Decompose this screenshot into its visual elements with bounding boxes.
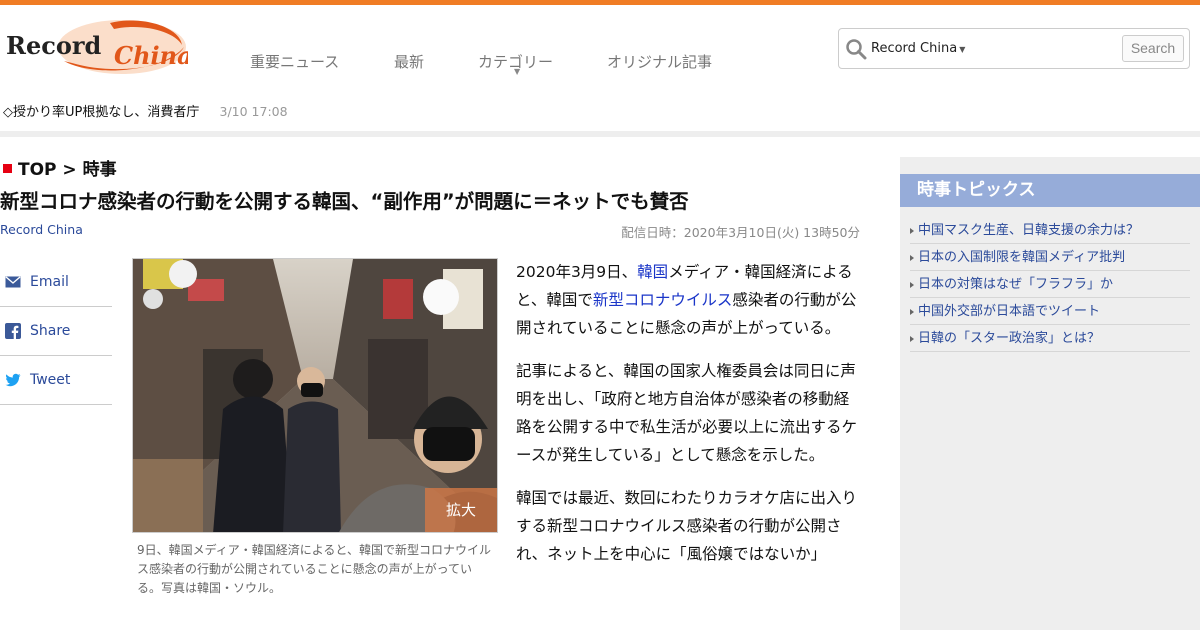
article-title: 新型コロナ感染者の行動を公開する韓国、“副作用”が問題に＝ネットでも賛否 — [0, 190, 689, 213]
nav-important-news[interactable]: 重要ニュース — [250, 51, 339, 72]
topic-item[interactable]: 日本の入国制限を韓国メディア批判 — [910, 244, 1190, 271]
paragraph-1: 2020年3月9日、韓国メディア・韓国経済によると、韓国で新型コロナウイルス感染… — [516, 258, 862, 342]
search-input[interactable] — [967, 37, 1117, 61]
breadcrumb[interactable]: TOP > 時事 — [3, 155, 117, 180]
photo-caption: 9日、韓国メディア・韓国経済によると、韓国で新型コロナウイルス感染者の行動が公開… — [137, 543, 491, 595]
breadcrumb-square-icon — [3, 164, 12, 173]
article-date: 配信日時：2020年3月10日(火) 13時50分 — [621, 225, 860, 240]
logo-text-record: Record — [6, 31, 101, 60]
article-body: 2020年3月9日、韓国メディア・韓国経済によると、韓国で新型コロナウイルス感染… — [516, 258, 862, 583]
topic-list: 中国マスク生産、日韓支援の余力は？ 日本の入国制限を韓国メディア批判 日本の対策… — [910, 217, 1190, 352]
share-email-label: Email — [30, 274, 69, 290]
paragraph-2: 記事によると、韓国の国家人権委員会は同日に声明を出し、「政府と地方自治体が感染者… — [516, 362, 858, 464]
nav-category[interactable]: カテゴリー ▼ — [478, 51, 553, 76]
share-panel: Email Share Tweet — [0, 258, 112, 405]
sidebar-heading: 時事トピックス — [900, 174, 1200, 207]
search-scope-select[interactable]: Record China ▼ — [871, 41, 965, 56]
link-korea[interactable]: 韓国 — [637, 263, 668, 281]
sidebar: 時事トピックス 中国マスク生産、日韓支援の余力は？ 日本の入国制限を韓国メディア… — [900, 157, 1200, 630]
topic-item[interactable]: 中国外交部が日本語でツイート — [910, 298, 1190, 325]
paragraph-3: 韓国では最近、数回にわたりカラオケ店に出入りする新型コロナウイルス感染者の行動が… — [516, 489, 858, 563]
news-ticker[interactable]: ◇授かり率UP根拠なし、消費者庁 3/10 17:08 — [3, 101, 288, 120]
site-header: Record China 重要ニュース 最新 カテゴリー ▼ オリジナル記事 R… — [0, 5, 1200, 131]
share-email-button[interactable]: Email — [0, 258, 112, 307]
topic-item[interactable]: 中国マスク生産、日韓支援の余力は？ — [910, 217, 1190, 244]
share-twitter-label: Tweet — [30, 372, 71, 388]
caret-down-icon: ▼ — [959, 45, 966, 54]
search-button[interactable]: Search — [1122, 35, 1184, 62]
facebook-icon — [5, 323, 21, 339]
share-facebook-label: Share — [30, 323, 71, 339]
header-divider — [0, 131, 1200, 137]
breadcrumb-text: TOP > 時事 — [18, 160, 117, 180]
twitter-icon — [5, 373, 21, 387]
p1-text-a: 2020年3月9日、 — [516, 263, 638, 281]
chevron-down-icon: ▼ — [514, 67, 521, 76]
share-twitter-button[interactable]: Tweet — [0, 356, 112, 405]
nav-original-articles[interactable]: オリジナル記事 — [607, 51, 712, 72]
nav-latest[interactable]: 最新 — [394, 51, 424, 72]
article-source[interactable]: Record China — [0, 222, 83, 237]
mail-icon — [5, 276, 21, 288]
logo-text-china: China — [114, 41, 188, 70]
ticker-headline: ◇授かり率UP根拠なし、消費者庁 — [3, 105, 200, 120]
topic-item[interactable]: 日本の対策はなぜ「フラフラ」か — [910, 271, 1190, 298]
link-coronavirus[interactable]: 新型コロナウイルス — [593, 291, 733, 309]
topic-item[interactable]: 日韓の「スター政治家」とは？ — [910, 325, 1190, 352]
record-china-logo[interactable]: Record China — [2, 17, 188, 77]
search-icon — [846, 39, 867, 60]
search-scope-label: Record China — [871, 41, 958, 56]
ticker-time: 3/10 17:08 — [219, 104, 288, 119]
search-bar: Record China ▼ Search — [838, 28, 1190, 69]
share-facebook-button[interactable]: Share — [0, 307, 112, 356]
photo-zoom-button[interactable]: 拡大 — [425, 488, 497, 532]
article-photo[interactable]: 拡大 — [132, 258, 498, 533]
